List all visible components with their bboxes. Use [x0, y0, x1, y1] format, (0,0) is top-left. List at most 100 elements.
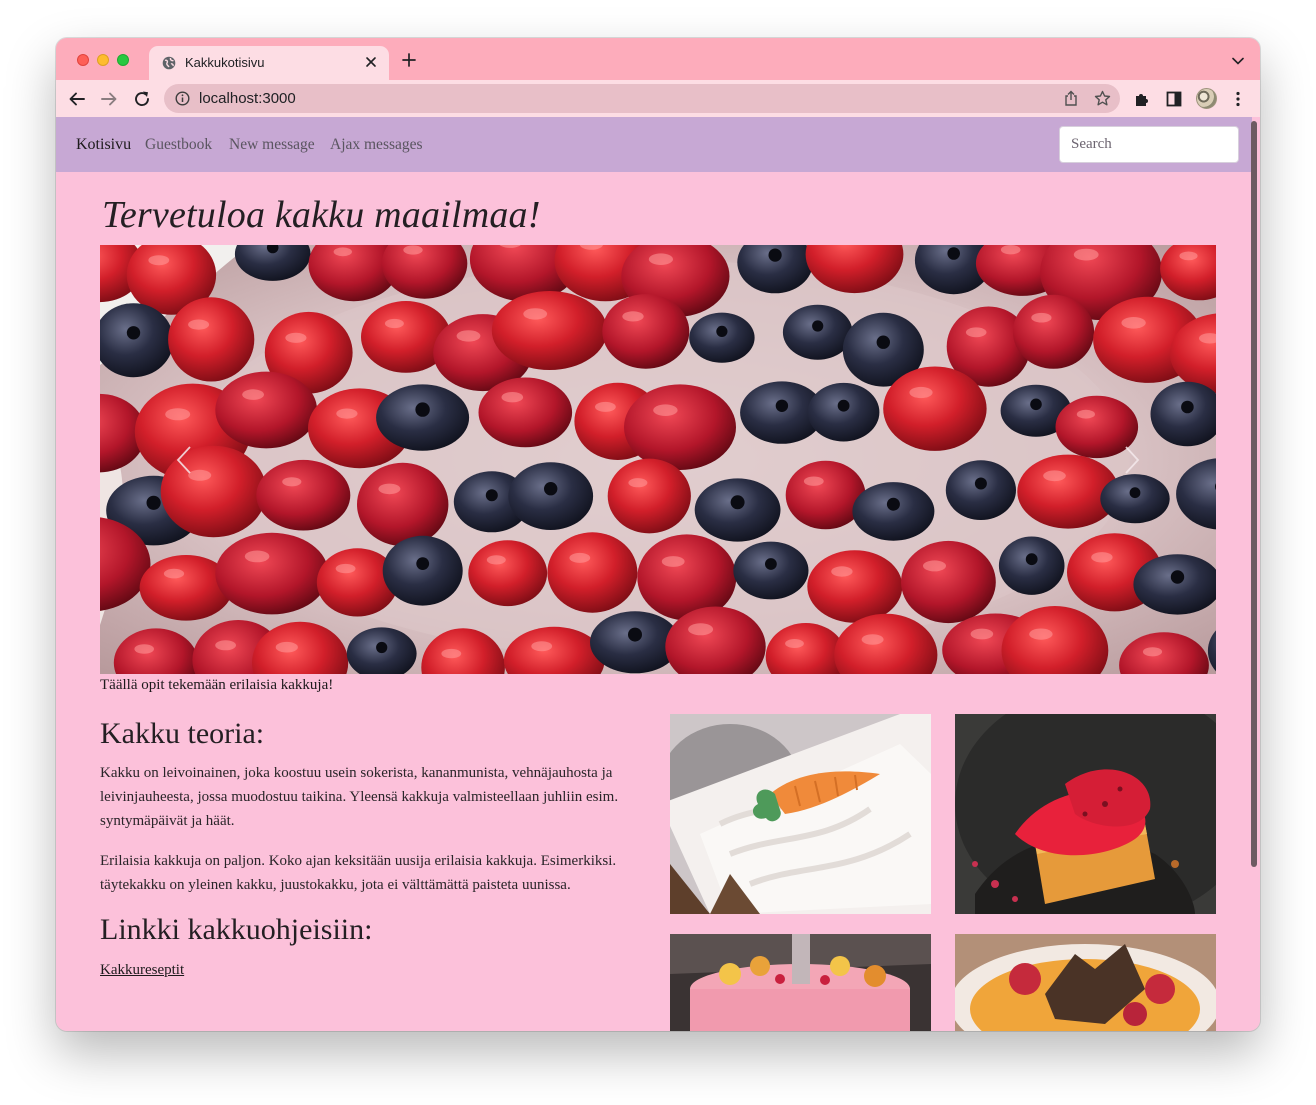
berry-highlight — [661, 556, 685, 567]
globe-icon — [162, 56, 176, 70]
berry-highlight — [285, 332, 307, 343]
raspberry — [357, 462, 449, 546]
raspberry — [901, 540, 996, 624]
strawberry — [547, 532, 638, 613]
minimize-window-button[interactable] — [97, 54, 109, 66]
search-input[interactable] — [1059, 126, 1239, 163]
chevron-left-icon[interactable] — [170, 445, 200, 475]
page-title: Tervetuloa kakku maailmaa! — [102, 194, 541, 236]
berry-highlight — [333, 247, 352, 257]
berry-highlight — [831, 566, 853, 577]
blueberry — [852, 482, 935, 541]
berry-highlight — [1091, 552, 1113, 563]
recipes-link[interactable]: Kakkureseptit — [100, 962, 184, 979]
bookmark-star-icon[interactable] — [1094, 90, 1111, 107]
extensions-puzzle-icon[interactable] — [1133, 90, 1151, 108]
site-navbar: Kotisivu Guestbook New message Ajax mess… — [56, 117, 1252, 172]
forward-arrow-icon[interactable] — [100, 90, 118, 108]
berry-highlight — [653, 404, 678, 416]
blueberry-crown — [1129, 487, 1141, 499]
more-menu-icon[interactable] — [1229, 90, 1247, 108]
new-tab-icon[interactable] — [402, 53, 416, 67]
strawberry — [468, 540, 548, 607]
blueberry-crown — [765, 558, 777, 570]
raspberry — [478, 377, 573, 448]
berry-highlight — [1073, 248, 1099, 261]
blueberry-crown — [126, 326, 141, 340]
blueberry — [807, 382, 880, 442]
carrot-cake-photo — [670, 714, 931, 914]
berry-highlight — [909, 386, 933, 399]
nav-link-guestbook[interactable]: Guestbook — [145, 136, 212, 154]
berry-highlight — [215, 640, 236, 651]
blueberry-crown — [1025, 553, 1038, 566]
berry-highlight — [403, 245, 423, 255]
browser-tab[interactable]: Kakkukotisivu — [149, 46, 389, 80]
berry-highlight — [628, 478, 648, 488]
recipes-heading: Linkki kakkuohjeisiin: — [100, 913, 373, 946]
theory-paragraph-2: Erilaisia kakkuja on paljon. Koko ajan k… — [100, 853, 617, 893]
berry-highlight — [163, 568, 185, 579]
profile-avatar[interactable] — [1196, 88, 1217, 109]
blueberry-crown — [544, 482, 558, 496]
navbar-brand[interactable]: Kotisivu — [76, 136, 131, 154]
blueberry-crown — [775, 399, 789, 412]
blueberry-crown — [628, 627, 642, 642]
berry-highlight — [242, 389, 264, 400]
back-arrow-icon[interactable] — [68, 90, 86, 108]
address-bar[interactable]: localhost:3000 — [164, 84, 1120, 113]
maximize-window-button[interactable] — [117, 54, 129, 66]
chevron-right-icon[interactable] — [1116, 445, 1146, 475]
page-scrollbar[interactable] — [1251, 121, 1257, 867]
nav-link-new-message[interactable]: New message — [229, 136, 315, 154]
berry-highlight — [531, 641, 553, 652]
blueberry-crown — [146, 495, 161, 510]
berry-highlight — [441, 648, 462, 659]
carousel-caption: Täällä opit tekemään erilaisia kakkuja! — [100, 677, 334, 693]
chevron-down-icon[interactable] — [1232, 57, 1244, 65]
raspberry-dessert-photo — [955, 714, 1216, 914]
blueberry-crown — [415, 402, 430, 417]
blueberry-crown — [1181, 400, 1194, 414]
blueberry — [376, 384, 470, 451]
blueberry-crown — [876, 335, 890, 349]
blueberry-crown — [837, 399, 850, 412]
berry-highlight — [523, 308, 548, 320]
share-icon[interactable] — [1063, 90, 1079, 107]
reload-icon[interactable] — [133, 90, 151, 108]
berry-highlight — [486, 555, 506, 565]
close-window-button[interactable] — [77, 54, 89, 66]
blueberry — [733, 541, 809, 600]
berry-highlight — [1043, 470, 1066, 482]
berry-highlight — [165, 408, 191, 421]
berry-highlight — [1121, 317, 1146, 329]
blueberry-crown — [886, 497, 900, 511]
berry-highlight — [336, 408, 358, 419]
blueberry — [694, 478, 781, 542]
blueberry — [945, 460, 1017, 520]
berry-highlight — [965, 327, 987, 338]
info-icon[interactable] — [175, 91, 190, 106]
berry-highlight — [188, 319, 210, 330]
blueberry-crown — [1170, 570, 1185, 584]
berry-highlight — [1029, 628, 1053, 640]
berry-highlight — [803, 476, 824, 486]
berry-highlight — [1179, 251, 1198, 261]
berry-highlight — [569, 552, 591, 563]
berry-highlight — [688, 623, 714, 636]
blueberry-crown — [947, 247, 960, 260]
blueberry-crown — [974, 477, 987, 490]
strawberry — [491, 291, 608, 370]
nav-link-ajax-messages[interactable]: Ajax messages — [330, 136, 423, 154]
berry-highlight — [134, 644, 154, 654]
strawberry — [807, 550, 903, 623]
blueberry — [508, 462, 594, 530]
close-tab-icon[interactable] — [363, 54, 379, 70]
berry-highlight — [1000, 245, 1021, 255]
berry-highlight — [1031, 312, 1052, 323]
berry-highlight — [384, 318, 404, 329]
side-panel-icon[interactable] — [1165, 90, 1183, 108]
browser-toolbar: localhost:3000 — [56, 80, 1260, 117]
berry-highlight — [970, 628, 994, 640]
berry-highlight — [501, 392, 524, 403]
